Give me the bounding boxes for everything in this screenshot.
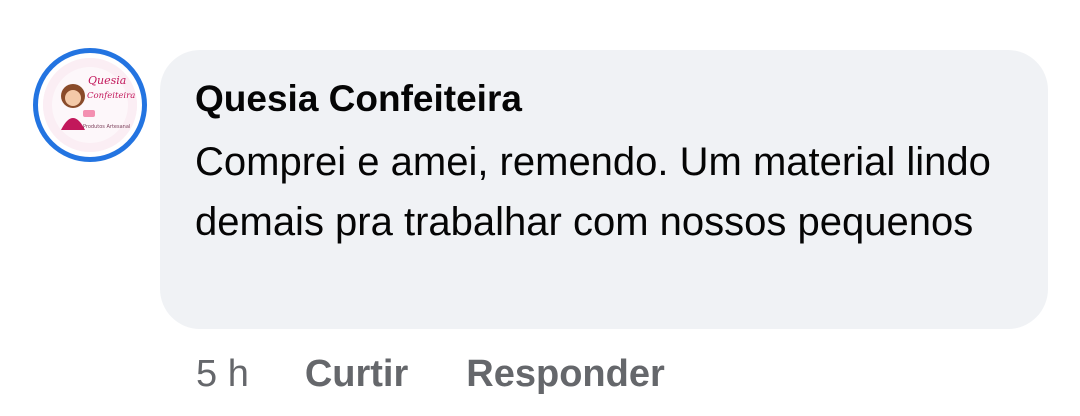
comment-text: Comprei e amei, remendo. Um material lin… <box>195 140 991 244</box>
avatar[interactable]: Quesia Confeiteira Produtos Artesanal <box>43 58 137 152</box>
comment-actions: 5 h Curtir Responder <box>196 348 665 400</box>
svg-text:Produtos Artesanal: Produtos Artesanal <box>83 124 130 130</box>
comment-bubble: Quesia Confeiteira Comprei e amei, remen… <box>160 50 1048 329</box>
reply-button[interactable]: Responder <box>466 348 664 400</box>
comment: Quesia Confeiteira Produtos Artesanal Qu… <box>0 0 1080 416</box>
comment-timestamp[interactable]: 5 h <box>196 348 249 400</box>
avatar-logo-image: Quesia Confeiteira Produtos Artesanal <box>43 58 137 152</box>
svg-text:Confeiteira: Confeiteira <box>87 91 135 101</box>
like-button[interactable]: Curtir <box>305 348 408 400</box>
comment-author-name[interactable]: Quesia Confeiteira <box>195 76 1018 122</box>
svg-text:Quesia: Quesia <box>88 74 126 87</box>
avatar-story-ring[interactable]: Quesia Confeiteira Produtos Artesanal <box>33 48 147 162</box>
